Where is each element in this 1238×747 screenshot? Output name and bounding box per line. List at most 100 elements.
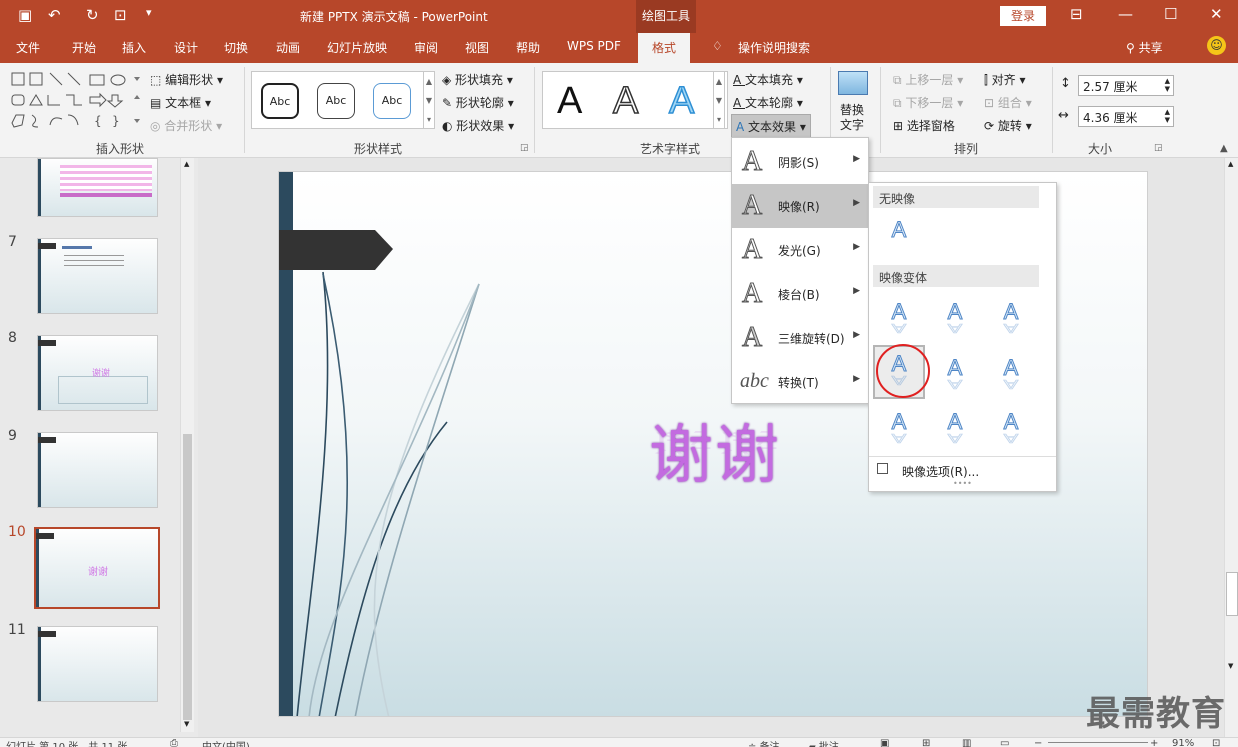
minimize-icon[interactable]: — (1118, 5, 1133, 23)
slide-thumbnail-8[interactable]: 谢谢 (37, 335, 158, 411)
slide-sorter-icon[interactable]: ⊞ (922, 738, 930, 747)
redo-icon[interactable]: ↻ (86, 6, 99, 24)
scroll-thumb[interactable] (1226, 572, 1238, 616)
tab-design[interactable]: 设计 (174, 39, 198, 56)
tab-wps-pdf[interactable]: WPS PDF (567, 39, 621, 53)
reflection-variant-9[interactable]: AA (991, 409, 1031, 459)
zoom-slider[interactable] (1048, 742, 1148, 743)
comments-button[interactable]: ▰ 批注 (808, 738, 839, 747)
edit-shape-button[interactable]: ⬚ 编辑形状 ▾ (150, 71, 223, 88)
reflection-variant-8[interactable]: AA (935, 409, 975, 459)
tab-animations[interactable]: 动画 (276, 39, 300, 56)
slide-scrollbar[interactable]: ▲ ▼ (1224, 158, 1238, 737)
bring-forward-button[interactable]: ⧉ 上移一层 ▾ (893, 71, 963, 88)
size-launcher-icon[interactable]: ◲ (1154, 143, 1163, 153)
share-button[interactable]: ⚲ 共享 (1126, 39, 1163, 56)
presentation-icon[interactable]: ⊡ (114, 6, 127, 24)
text-outline-button[interactable]: A 文本轮廓 ▾ (733, 94, 803, 111)
scroll-down-icon[interactable]: ▼ (1228, 662, 1233, 670)
shape-styles-gallery[interactable]: Abc Abc Abc (251, 71, 433, 129)
tab-insert[interactable]: 插入 (122, 39, 146, 56)
menu-item-glow[interactable]: A 发光(G) ▶ (732, 228, 868, 272)
shape-styles-scroll[interactable]: ▲ ▼ ▾ (423, 71, 435, 129)
shape-width-input[interactable]: 4.36 厘米 ▲ ▼ (1078, 106, 1174, 127)
reflection-variant-1[interactable]: AA (879, 299, 919, 349)
scroll-up-icon[interactable]: ▲ (1228, 160, 1233, 168)
zoom-in-icon[interactable]: + (1150, 738, 1158, 747)
tab-home[interactable]: 开始 (72, 39, 96, 56)
tab-help[interactable]: 帮助 (516, 39, 540, 56)
send-backward-button[interactable]: ⧉ 下移一层 ▾ (893, 94, 963, 111)
spellcheck-icon[interactable]: ⎙ (170, 738, 178, 747)
ribbon-display-icon[interactable]: ⊟ (1070, 5, 1083, 23)
wordart-scroll[interactable]: ▲ ▼ ▾ (713, 71, 725, 129)
shape-style-1[interactable]: Abc (261, 83, 299, 119)
shape-effect-button[interactable]: ◐ 形状效果 ▾ (442, 117, 514, 134)
merge-shapes-button[interactable]: ◎ 合并形状 ▾ (150, 117, 222, 134)
menu-item-bevel[interactable]: A 棱台(B) ▶ (732, 272, 868, 316)
zoom-out-icon[interactable]: − (1034, 738, 1042, 747)
collapse-ribbon-icon[interactable]: ▲ (1220, 143, 1228, 154)
slideshow-view-icon[interactable]: ▭ (1000, 738, 1009, 747)
reflection-options-link[interactable]: 映像选项(R)... (902, 463, 979, 480)
menu-item-transform[interactable]: abc 转换(T) ▶ (732, 360, 868, 404)
reflection-options-checkbox-icon[interactable] (877, 463, 888, 474)
menu-item-reflection[interactable]: A 映像(R) ▶ (732, 184, 868, 228)
notes-button[interactable]: ≐ 备注 (748, 738, 780, 747)
shape-styles-launcher-icon[interactable]: ◲ (520, 143, 529, 153)
scroll-down-icon[interactable]: ▼ (184, 720, 189, 728)
align-button[interactable]: ⫿ 对齐 ▾ (984, 71, 1026, 88)
group-button[interactable]: ⊡ 组合 ▾ (984, 94, 1032, 111)
shapes-gallery[interactable]: {} (8, 69, 144, 133)
reflection-variant-6[interactable]: AA (991, 355, 1031, 405)
rotate-button[interactable]: ⟳ 旋转 ▾ (984, 117, 1032, 134)
reflection-variant-3[interactable]: AA (991, 299, 1031, 349)
tab-view[interactable]: 视图 (465, 39, 489, 56)
language-indicator[interactable]: 中文(中国) (202, 738, 250, 747)
text-effect-button[interactable]: A 文本效果 ▾ (731, 114, 811, 139)
tab-slideshow[interactable]: 幻灯片放映 (327, 39, 387, 56)
shape-outline-button[interactable]: ✎ 形状轮廓 ▾ (442, 94, 514, 111)
shape-height-input[interactable]: 2.57 厘米 ▲ ▼ (1078, 75, 1174, 96)
shape-style-3[interactable]: Abc (373, 83, 411, 119)
wordart-style-1[interactable]: A (557, 80, 582, 123)
selection-pane-button[interactable]: ⊞ 选择窗格 (893, 117, 955, 134)
tab-transitions[interactable]: 切换 (224, 39, 248, 56)
login-button[interactable]: 登录 (1000, 6, 1046, 26)
text-fill-button[interactable]: A 文本填充 ▾ (733, 71, 803, 88)
slide-thumbnail-6[interactable] (37, 158, 158, 217)
fit-to-window-icon[interactable]: ⊡ (1212, 738, 1220, 747)
reflection-variant-7[interactable]: AA (879, 409, 919, 459)
slide-thumbnail-10[interactable]: 谢谢 (34, 527, 160, 609)
tell-me-search[interactable]: 操作说明搜索 (738, 39, 810, 56)
customize-qat-icon[interactable]: ▾ (146, 6, 152, 19)
alt-text-icon[interactable] (838, 71, 868, 95)
undo-icon[interactable]: ↶ (48, 6, 61, 24)
maximize-icon[interactable]: ☐ (1164, 5, 1177, 23)
reflection-variant-5[interactable]: AA (935, 355, 975, 405)
menu-item-3d-rotation[interactable]: A 三维旋转(D) ▶ (732, 316, 868, 360)
width-spinner-icon[interactable]: ▲ ▼ (1165, 108, 1170, 124)
wordart-style-3[interactable]: A (668, 79, 695, 123)
slide-thumbnail-11[interactable] (37, 626, 158, 702)
no-reflection-option[interactable]: A (879, 217, 919, 267)
tab-file[interactable]: 文件 (16, 39, 40, 56)
wordart-gallery[interactable]: A A A (542, 71, 728, 129)
shape-style-2[interactable]: Abc (317, 83, 355, 119)
zoom-level[interactable]: 91% (1172, 738, 1194, 747)
scroll-up-icon[interactable]: ▲ (184, 160, 189, 168)
height-spinner-icon[interactable]: ▲ ▼ (1165, 77, 1170, 93)
reading-view-icon[interactable]: ▥ (962, 738, 971, 747)
menu-item-shadow[interactable]: A 阴影(S) ▶ (732, 140, 868, 184)
slide-thumbnail-9[interactable] (37, 432, 158, 508)
close-icon[interactable]: ✕ (1210, 5, 1223, 23)
save-icon[interactable]: ▣ (18, 6, 32, 24)
slide-thumbnail-7[interactable] (37, 238, 158, 314)
alt-text-button[interactable]: 替换文字 (840, 103, 866, 133)
tab-format[interactable]: 格式 (638, 33, 691, 63)
smiley-icon[interactable]: ☺ (1207, 36, 1226, 55)
resize-grip-icon[interactable]: •••• (953, 479, 972, 488)
normal-view-icon[interactable]: ▣ (880, 738, 889, 747)
wordart-style-2[interactable]: A (612, 79, 639, 123)
shape-fill-button[interactable]: ◈ 形状填充 ▾ (442, 71, 513, 88)
